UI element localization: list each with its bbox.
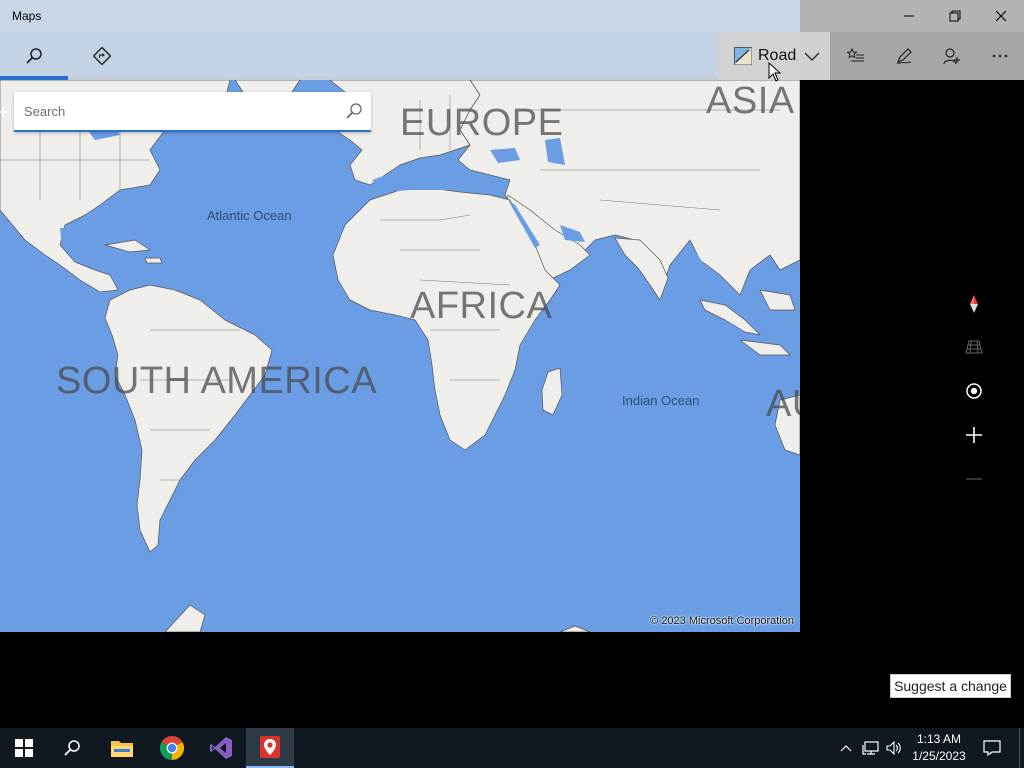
directions-tab-button[interactable]	[78, 32, 126, 80]
taskbar-search-button[interactable]	[48, 728, 96, 768]
zoom-in-button[interactable]	[952, 415, 996, 455]
file-explorer-icon	[111, 741, 133, 757]
favorites-button[interactable]	[832, 32, 880, 80]
directions-icon	[93, 47, 111, 65]
close-icon	[995, 10, 1007, 22]
windows-taskbar: 1:13 AM 1/25/2023	[0, 728, 1024, 768]
maps-app-window: EUROPE ASIA AFRICA SOUTH AMERICA AU Atla…	[0, 0, 1024, 768]
continent-label-asia: ASIA	[706, 80, 795, 122]
active-tab-indicator	[0, 76, 68, 80]
start-icon	[15, 739, 33, 757]
search-icon	[64, 740, 80, 756]
notification-icon	[983, 740, 1001, 756]
chevron-down-icon	[804, 52, 820, 61]
locate-icon	[966, 383, 982, 399]
visual-studio-icon	[210, 737, 232, 759]
start-button[interactable]	[0, 728, 48, 768]
search-submit-icon[interactable]	[345, 102, 363, 120]
continent-label-australia: AU	[766, 383, 800, 425]
pane-expand-icon	[0, 107, 10, 117]
network-icon	[862, 741, 879, 755]
zoom-out-button[interactable]	[952, 459, 996, 499]
ocean-label-atlantic: Atlantic Ocean	[207, 208, 292, 223]
restore-icon	[949, 10, 961, 22]
compass-icon	[970, 295, 978, 313]
ocean-label-indian: Indian Ocean	[622, 393, 700, 408]
taskbar-visual-studio[interactable]	[197, 728, 245, 768]
zoom-in-icon	[966, 427, 982, 443]
map-copyright: © 2023 Microsoft Corporation	[650, 615, 794, 627]
favorites-icon	[847, 47, 864, 62]
continent-label-europe: EUROPE	[400, 102, 564, 144]
speaker-icon	[886, 741, 901, 755]
taskbar-maps[interactable]	[246, 728, 294, 768]
network-button[interactable]	[860, 728, 882, 768]
search-icon	[26, 48, 42, 64]
ink-button[interactable]	[880, 32, 928, 80]
show-hidden-icons-button[interactable]	[836, 728, 856, 768]
minimize-icon	[904, 15, 914, 17]
search-input[interactable]	[14, 92, 334, 130]
chevron-up-icon	[840, 745, 852, 752]
search-panel-handle	[0, 92, 14, 132]
app-toolbar	[0, 32, 1024, 80]
taskbar-clock[interactable]: 1:13 AM 1/25/2023	[906, 731, 972, 765]
compass-button[interactable]	[952, 284, 996, 324]
continent-label-south-america: SOUTH AMERICA	[56, 360, 378, 402]
restore-button[interactable]	[932, 0, 978, 32]
clock-time: 1:13 AM	[916, 732, 962, 746]
more-icon	[992, 54, 1008, 58]
continent-label-africa: AFRICA	[410, 285, 553, 327]
volume-button[interactable]	[884, 728, 904, 768]
zoom-out-icon	[966, 478, 982, 480]
maps-app-icon	[260, 736, 280, 758]
window-title: Maps	[12, 9, 42, 23]
title-bar: Maps	[0, 0, 1024, 32]
action-center-button[interactable]	[978, 728, 1006, 768]
show-my-location-button[interactable]	[952, 371, 996, 411]
more-options-button[interactable]	[976, 32, 1024, 80]
chrome-icon	[160, 736, 184, 760]
tilt-icon	[965, 340, 983, 354]
add-person-icon	[943, 48, 960, 65]
search-box[interactable]	[14, 92, 371, 132]
road-map-icon	[734, 47, 752, 65]
share-person-button[interactable]	[928, 32, 976, 80]
suggest-a-change-button[interactable]: Suggest a change	[890, 674, 1011, 698]
mouse-cursor-icon	[768, 62, 782, 82]
show-desktop-button[interactable]	[1019, 728, 1020, 768]
clock-date: 1/25/2023	[912, 749, 966, 763]
taskbar-file-explorer[interactable]	[98, 728, 146, 768]
ink-pen-icon	[896, 48, 912, 65]
search-tab-button[interactable]	[10, 32, 58, 80]
tilt-button[interactable]	[952, 327, 996, 367]
tab-underline	[68, 77, 800, 79]
minimize-button[interactable]	[886, 0, 932, 32]
close-button[interactable]	[978, 0, 1024, 32]
taskbar-chrome[interactable]	[148, 728, 196, 768]
